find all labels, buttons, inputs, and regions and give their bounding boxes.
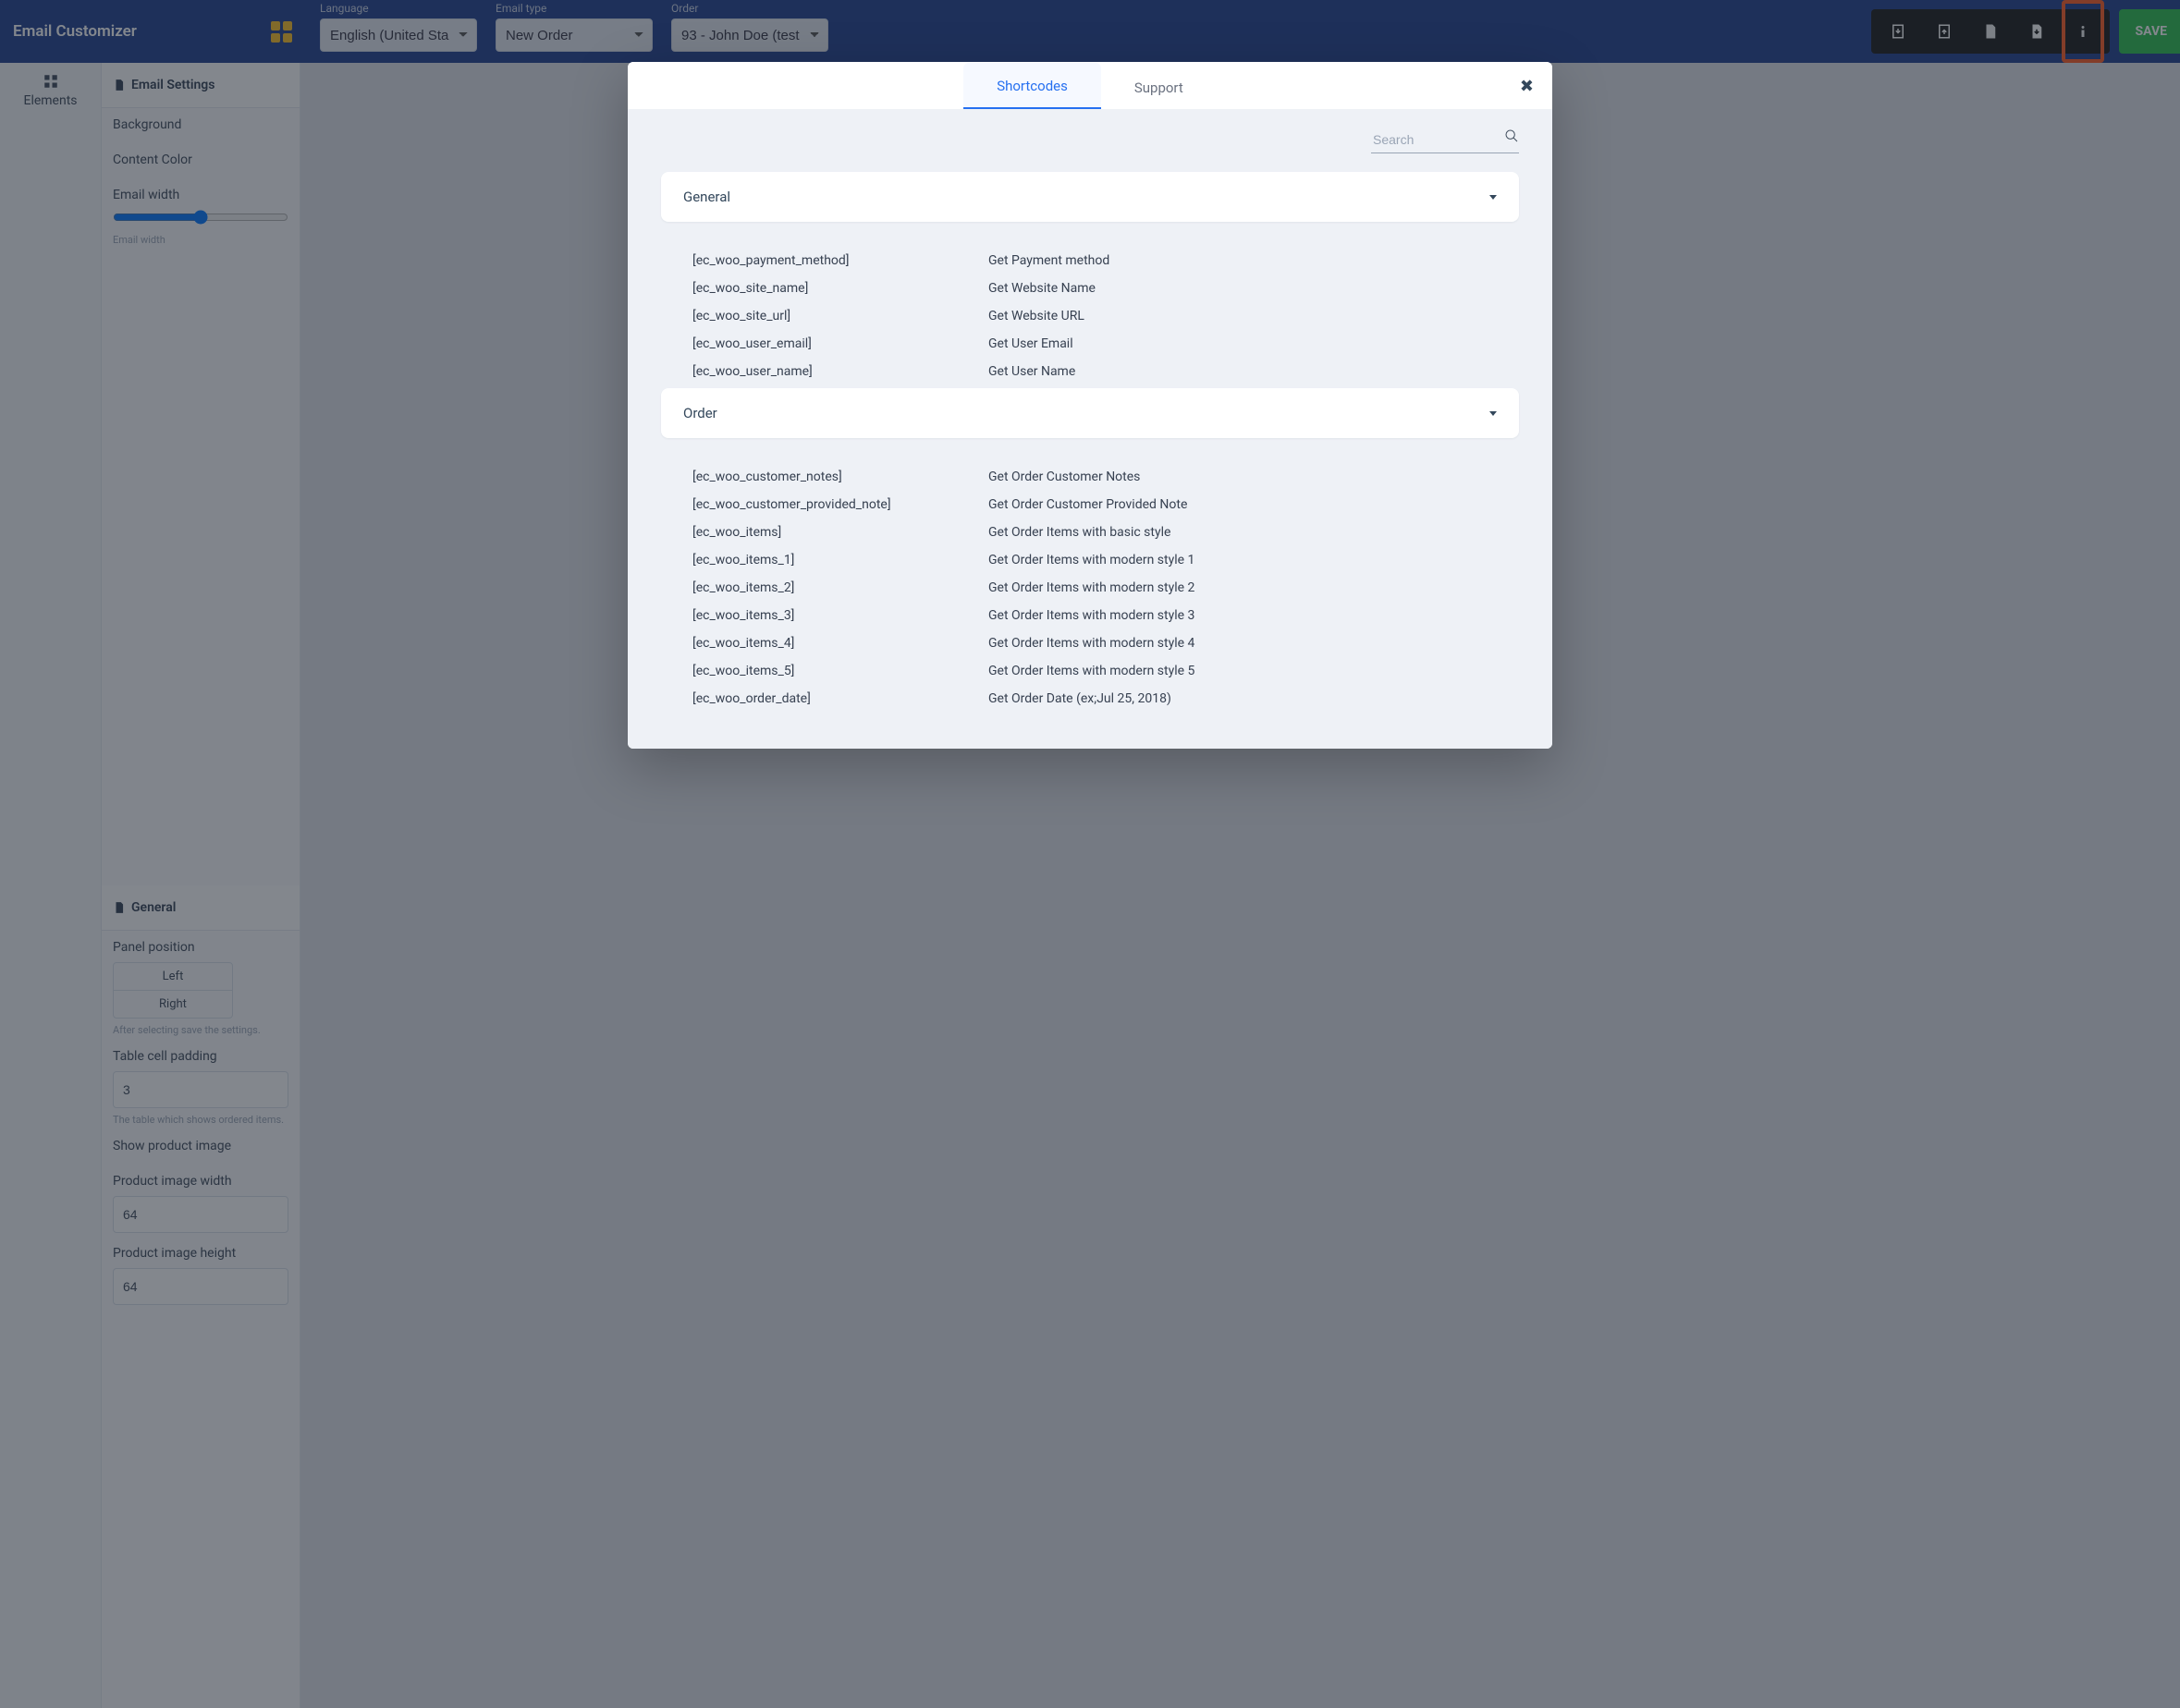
search-input[interactable] bbox=[1371, 127, 1519, 153]
shortcode-code[interactable]: [ec_woo_customer_provided_note] bbox=[692, 497, 970, 512]
modal-tabs: Shortcodes Support ✖ bbox=[628, 62, 1552, 110]
shortcode-code[interactable]: [ec_woo_items_3] bbox=[692, 608, 970, 623]
tab-support[interactable]: Support bbox=[1101, 65, 1217, 109]
search-icon bbox=[1504, 128, 1519, 143]
caret-down-icon bbox=[1489, 411, 1497, 416]
shortcode-group: Order bbox=[661, 388, 1519, 438]
shortcode-code[interactable]: [ec_woo_order_date] bbox=[692, 691, 970, 706]
shortcode-desc: Get Website URL bbox=[988, 309, 1488, 323]
shortcode-group: General bbox=[661, 172, 1519, 222]
shortcode-desc: Get Order Items with modern style 2 bbox=[988, 580, 1488, 595]
shortcode-desc: Get Order Customer Provided Note bbox=[988, 497, 1488, 512]
shortcode-code[interactable]: [ec_woo_items_5] bbox=[692, 664, 970, 678]
shortcodes-modal: Shortcodes Support ✖ General [ec_woo_paym… bbox=[628, 62, 1552, 749]
shortcode-desc: Get Order Items with modern style 3 bbox=[988, 608, 1488, 623]
shortcode-desc: Get User Email bbox=[988, 336, 1488, 351]
shortcode-group-header[interactable]: Order bbox=[661, 388, 1519, 438]
shortcode-group-title: General bbox=[683, 189, 730, 205]
shortcode-code[interactable]: [ec_woo_user_email] bbox=[692, 336, 970, 351]
shortcode-desc: Get Payment method bbox=[988, 253, 1488, 268]
shortcode-code[interactable]: [ec_woo_items] bbox=[692, 525, 970, 540]
shortcode-desc: Get Order Items with basic style bbox=[988, 525, 1488, 540]
shortcode-code[interactable]: [ec_woo_items_2] bbox=[692, 580, 970, 595]
shortcode-desc: Get Order Customer Notes bbox=[988, 470, 1488, 484]
shortcode-desc: Get Order Date (ex;Jul 25, 2018) bbox=[988, 691, 1488, 706]
shortcode-code[interactable]: [ec_woo_items_4] bbox=[692, 636, 970, 651]
shortcode-code[interactable]: [ec_woo_items_1] bbox=[692, 553, 970, 567]
shortcode-desc: Get User Name bbox=[988, 364, 1488, 379]
shortcode-group-title: Order bbox=[683, 405, 717, 421]
shortcode-code[interactable]: [ec_woo_customer_notes] bbox=[692, 470, 970, 484]
tab-shortcodes[interactable]: Shortcodes bbox=[963, 63, 1101, 109]
shortcode-list: [ec_woo_customer_notes] Get Order Custome… bbox=[670, 470, 1510, 710]
shortcode-code[interactable]: [ec_woo_payment_method] bbox=[692, 253, 970, 268]
shortcode-desc: Get Order Items with modern style 1 bbox=[988, 553, 1488, 567]
shortcode-code[interactable]: [ec_woo_site_url] bbox=[692, 309, 970, 323]
shortcode-list: [ec_woo_payment_method] Get Payment metho… bbox=[670, 253, 1510, 383]
shortcode-desc: Get Order Items with modern style 5 bbox=[988, 664, 1488, 678]
shortcode-desc: Get Website Name bbox=[988, 281, 1488, 296]
search-wrap bbox=[1371, 127, 1519, 153]
shortcode-desc: Get Order Items with modern style 4 bbox=[988, 636, 1488, 651]
shortcode-code[interactable]: [ec_woo_site_name] bbox=[692, 281, 970, 296]
shortcode-group-header[interactable]: General bbox=[661, 172, 1519, 222]
close-icon[interactable]: ✖ bbox=[1520, 77, 1534, 96]
caret-down-icon bbox=[1489, 195, 1497, 200]
shortcode-code[interactable]: [ec_woo_user_name] bbox=[692, 364, 970, 379]
